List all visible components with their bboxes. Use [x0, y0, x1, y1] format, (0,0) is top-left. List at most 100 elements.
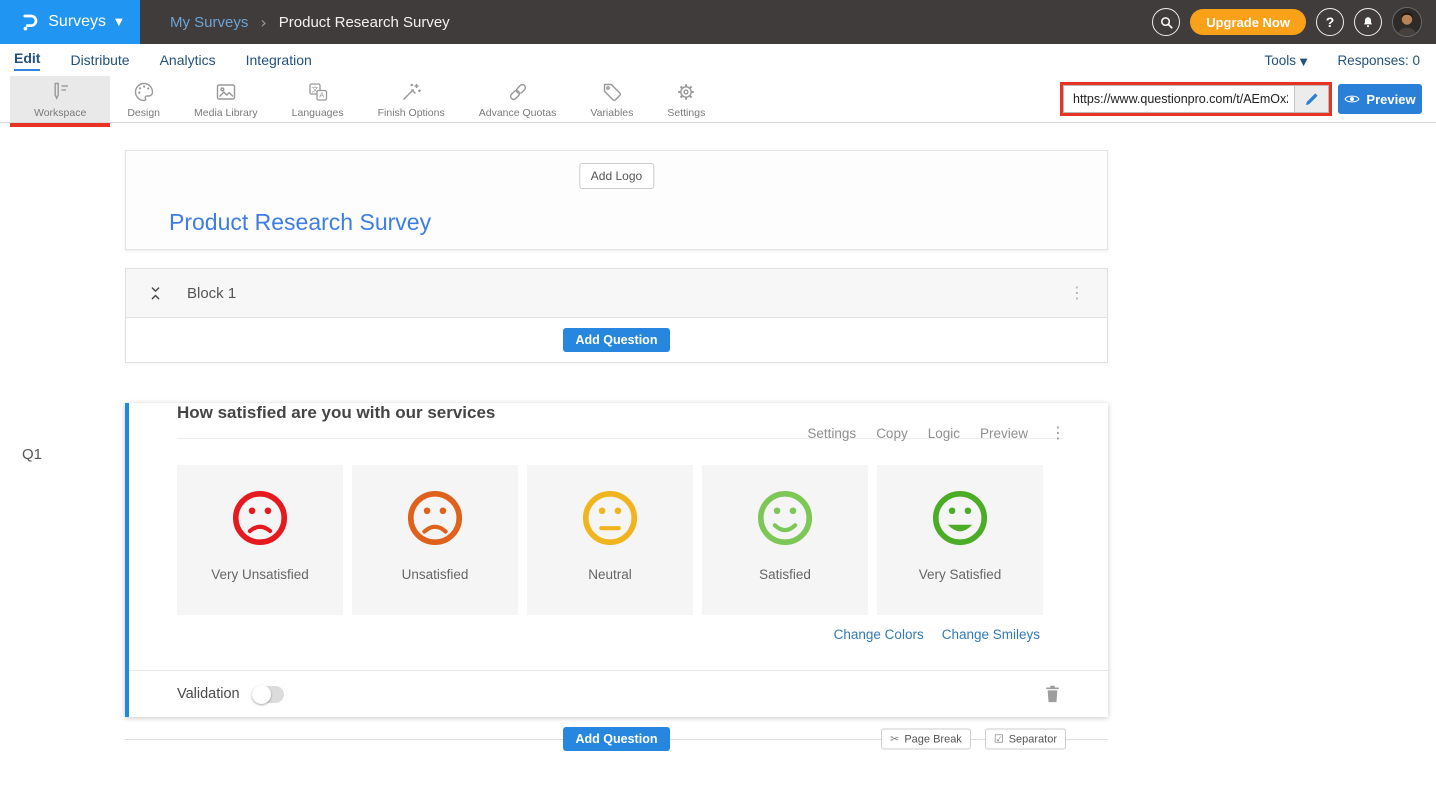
delete-question-button[interactable]: [1045, 685, 1060, 703]
tool-media-library[interactable]: Media Library: [177, 76, 275, 122]
design-icon: [132, 80, 156, 104]
advance-quotas-icon: [506, 80, 530, 104]
smiley-label: Neutral: [588, 567, 632, 582]
media-library-icon: [214, 80, 238, 104]
tool-label: Design: [127, 107, 160, 119]
validation-row: Validation: [129, 670, 1108, 717]
smiley-label: Very Satisfied: [919, 567, 1002, 582]
separator-button[interactable]: ☑ Separator: [985, 729, 1066, 750]
change-colors-link[interactable]: Change Colors: [834, 627, 924, 642]
brand-menu[interactable]: Surveys ▼: [0, 0, 140, 44]
question-number-label: Q1: [22, 446, 42, 463]
tool-variables[interactable]: Variables: [573, 76, 650, 122]
collapse-block-icon[interactable]: [148, 284, 163, 302]
question-actions: Settings Copy Logic Preview ⋮: [807, 425, 1066, 441]
chevron-down-icon: ▼: [1300, 57, 1308, 68]
smiley-option-unsatisfied[interactable]: Unsatisfied: [352, 465, 518, 615]
tool-label: Finish Options: [378, 107, 445, 119]
grin-face-icon: [929, 487, 991, 549]
responses-count: Responses: 0: [1337, 53, 1420, 68]
question-copy-link[interactable]: Copy: [876, 426, 908, 441]
tool-languages[interactable]: 文 A Languages: [275, 76, 361, 122]
brand-label: Surveys: [48, 13, 106, 31]
finish-options-icon: [399, 80, 423, 104]
footer-insert-buttons: ✂ Page Break ☑ Separator: [881, 729, 1066, 750]
question-card: Settings Copy Logic Preview ⋮ How satisf…: [125, 403, 1108, 717]
add-question-button-top[interactable]: Add Question: [563, 328, 671, 352]
editor-content: Q1 Add Logo Product Research Survey Bloc…: [0, 150, 1436, 788]
survey-canvas: Add Logo Product Research Survey Block 1…: [125, 150, 1108, 761]
top-header-bar: Surveys ▼ My Surveys › Product Research …: [0, 0, 1436, 44]
chevron-down-icon: ▼: [115, 17, 123, 28]
search-button[interactable]: [1152, 8, 1180, 36]
smiley-option-very-unsatisfied[interactable]: Very Unsatisfied: [177, 465, 343, 615]
tool-advance-quotas[interactable]: Advance Quotas: [462, 76, 574, 122]
eye-icon: [1344, 93, 1360, 105]
page-break-button[interactable]: ✂ Page Break: [881, 729, 971, 750]
bell-icon: [1361, 15, 1375, 30]
questionpro-logo-icon: [17, 11, 39, 33]
breadcrumb-parent-link[interactable]: My Surveys: [170, 14, 248, 31]
section-tabbar: Edit Distribute Analytics Integration To…: [0, 44, 1436, 76]
block-menu-kebab-icon[interactable]: ⋮: [1069, 285, 1085, 301]
tool-finish-options[interactable]: Finish Options: [361, 76, 462, 122]
breadcrumb-separator-icon: ›: [260, 13, 266, 32]
validation-toggle[interactable]: [252, 686, 284, 703]
breadcrumb: My Surveys › Product Research Survey: [140, 13, 1152, 32]
tab-edit[interactable]: Edit: [14, 50, 40, 71]
search-icon: [1159, 15, 1174, 30]
smiley-option-neutral[interactable]: Neutral: [527, 465, 693, 615]
survey-title[interactable]: Product Research Survey: [169, 209, 431, 236]
scissors-icon: ✂: [890, 733, 899, 746]
question-preview-link[interactable]: Preview: [980, 426, 1028, 441]
tool-settings[interactable]: Settings: [650, 76, 722, 122]
smiley-label: Satisfied: [759, 567, 811, 582]
change-smileys-link[interactable]: Change Smileys: [942, 627, 1040, 642]
question-settings-link[interactable]: Settings: [807, 426, 856, 441]
edit-url-button[interactable]: [1294, 86, 1328, 112]
pencil-icon: [1305, 92, 1319, 106]
smile-face-icon: [754, 487, 816, 549]
tabbar-right-group: Tools ▼ Responses: 0: [1264, 53, 1420, 68]
add-logo-button[interactable]: Add Logo: [579, 163, 654, 189]
help-button[interactable]: ?: [1316, 8, 1344, 36]
block-header: Block 1 ⋮: [126, 269, 1107, 318]
tool-label: Workspace: [34, 107, 86, 119]
tab-integration[interactable]: Integration: [246, 52, 312, 68]
tab-analytics[interactable]: Analytics: [160, 52, 216, 68]
tab-distribute[interactable]: Distribute: [70, 52, 129, 68]
neutral-face-icon: [579, 487, 641, 549]
smiley-label: Very Unsatisfied: [211, 567, 309, 582]
block-title[interactable]: Block 1: [187, 285, 236, 302]
workspace-icon: [48, 80, 72, 104]
tool-workspace[interactable]: Workspace: [10, 76, 110, 122]
frown-face-icon: [404, 487, 466, 549]
notifications-button[interactable]: [1354, 8, 1382, 36]
tools-dropdown[interactable]: Tools ▼: [1264, 53, 1307, 68]
survey-header-card: Add Logo Product Research Survey: [125, 150, 1108, 250]
variables-icon: [600, 80, 624, 104]
block-card: Block 1 ⋮ Add Question: [125, 268, 1108, 363]
validation-label: Validation: [177, 686, 240, 702]
upgrade-now-button[interactable]: Upgrade Now: [1190, 9, 1306, 35]
block-add-question-row: Add Question: [126, 318, 1107, 362]
smiley-option-very-satisfied[interactable]: Very Satisfied: [877, 465, 1043, 615]
header-actions: Upgrade Now ?: [1152, 7, 1436, 37]
survey-url-annotation-box: [1060, 82, 1332, 116]
question-menu-kebab-icon[interactable]: ⋮: [1050, 425, 1066, 441]
tool-design[interactable]: Design: [110, 76, 177, 122]
question-logic-link[interactable]: Logic: [928, 426, 960, 441]
smiley-options-row: Very Unsatisfied Unsatisfied: [177, 465, 1108, 615]
smiley-option-satisfied[interactable]: Satisfied: [702, 465, 868, 615]
survey-url-input[interactable]: [1064, 86, 1294, 112]
block-footer-row: Add Question ✂ Page Break ☑ Separator: [125, 717, 1108, 761]
trash-icon: [1045, 685, 1060, 703]
user-avatar[interactable]: [1392, 7, 1422, 37]
tool-label: Advance Quotas: [479, 107, 557, 119]
avatar-photo: [1393, 8, 1421, 36]
add-question-button-bottom[interactable]: Add Question: [563, 727, 671, 751]
preview-button[interactable]: Preview: [1338, 84, 1422, 114]
checkbox-checked-icon: ☑: [994, 733, 1004, 746]
survey-editor-screen: Surveys ▼ My Surveys › Product Research …: [0, 0, 1436, 788]
settings-icon: [674, 80, 698, 104]
